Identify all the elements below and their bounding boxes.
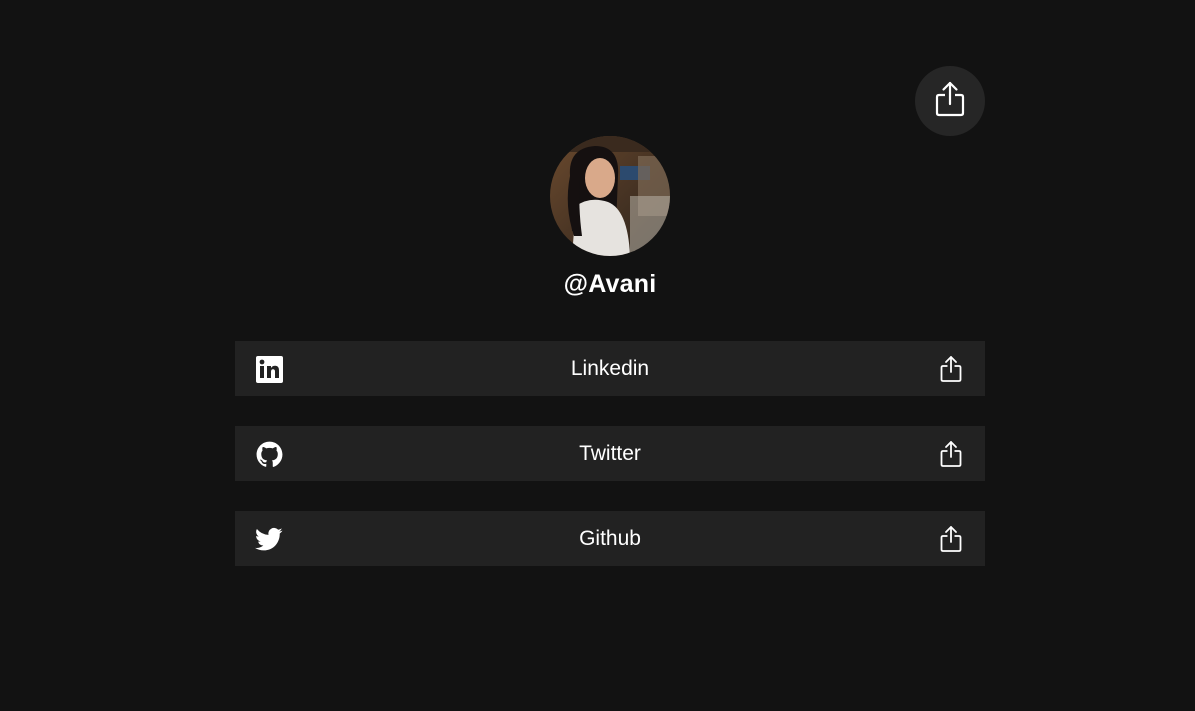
link-label: Twitter <box>579 442 641 465</box>
share-page-button[interactable] <box>915 66 985 136</box>
link-label: Linkedin <box>570 357 650 380</box>
link-card-linkedin[interactable]: Linkedin <box>235 341 985 396</box>
link-card-github[interactable]: Github <box>235 511 985 566</box>
share-icon <box>934 80 966 123</box>
profile-page: @Avani Linkedin Twitter Github <box>0 0 1195 711</box>
share-icon[interactable] <box>937 439 965 468</box>
share-icon[interactable] <box>937 354 965 383</box>
link-card-twitter[interactable]: Twitter <box>235 426 985 481</box>
share-icon[interactable] <box>937 524 965 553</box>
avatar <box>550 136 670 256</box>
link-label: Github <box>579 527 641 550</box>
username: @Avani <box>563 270 657 298</box>
